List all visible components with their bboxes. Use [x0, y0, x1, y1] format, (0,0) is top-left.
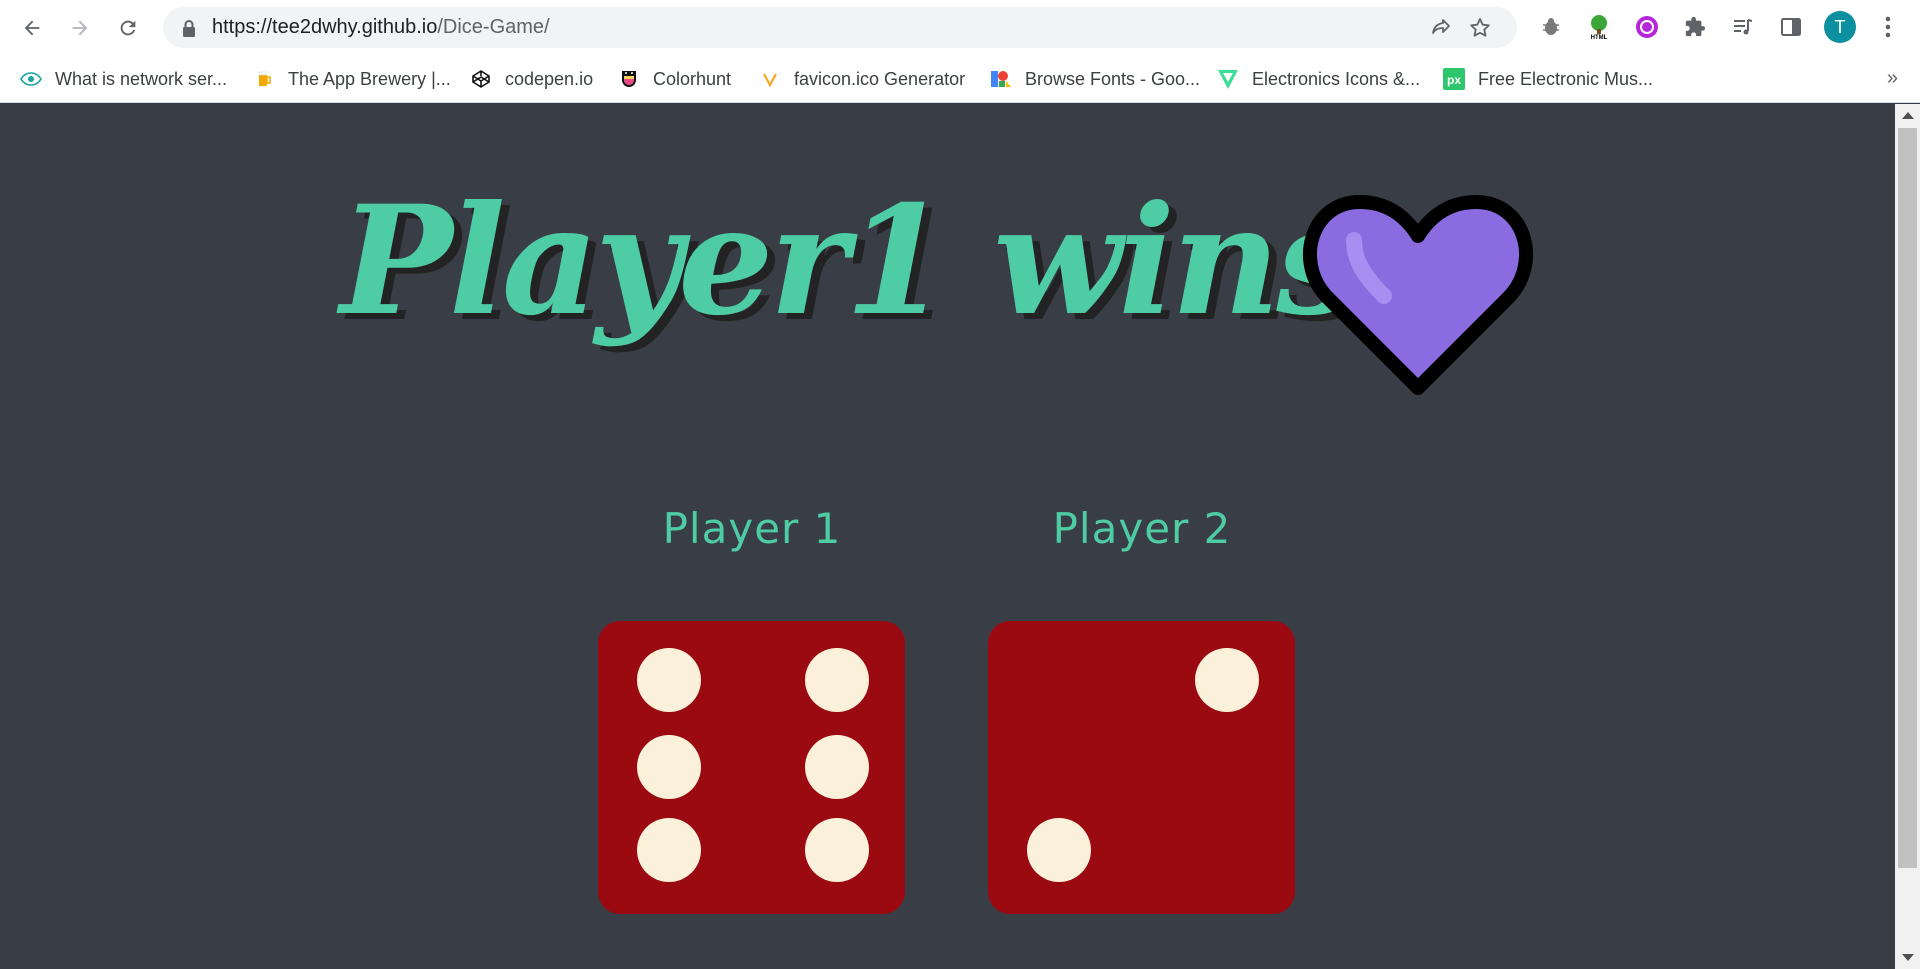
player1-die: [598, 621, 905, 914]
die-pip: [1027, 818, 1091, 882]
codepen-icon: [470, 68, 492, 90]
bookmarks-bar: What is network ser... The App Brewery |…: [0, 55, 1920, 103]
browser-toolbar: https://tee2dwhy.github.io/Dice-Game/ HT…: [0, 0, 1920, 55]
back-button[interactable]: [15, 11, 49, 45]
purple-heart-icon: [1303, 195, 1533, 395]
scroll-down-arrow-icon[interactable]: [1902, 954, 1914, 961]
electronics-icons-icon: [1217, 68, 1239, 90]
player1-label: Player 1: [662, 504, 842, 553]
die-pip: [1195, 648, 1259, 712]
url-path: /Dice-Game/: [437, 16, 550, 38]
die-pip: [637, 818, 701, 882]
profile-avatar[interactable]: T: [1824, 11, 1856, 43]
side-panel-icon[interactable]: [1777, 13, 1805, 41]
die-pip: [637, 735, 701, 799]
extensions-puzzle-icon[interactable]: [1681, 13, 1709, 41]
reload-button[interactable]: [111, 11, 145, 45]
google-fonts-icon: [990, 68, 1012, 90]
pixabay-icon: px: [1443, 68, 1465, 90]
player2-die: [988, 621, 1295, 914]
bug-extension-icon[interactable]: [1537, 13, 1565, 41]
page-viewport: Player1 wins Player 1 Player 2: [0, 104, 1895, 969]
forward-arrow-icon: [72, 20, 88, 36]
lock-icon: [183, 20, 195, 37]
html-tree-extension-icon[interactable]: HTML: [1585, 13, 1613, 41]
bookmark-star-icon[interactable]: [1468, 16, 1492, 40]
bookmark-label: Free Electronic Mus...: [1478, 68, 1654, 89]
bookmark-item[interactable]: px Free Electronic Mus...: [1443, 55, 1653, 103]
player2-label: Player 2: [1052, 504, 1232, 553]
purple-extension-icon[interactable]: [1633, 13, 1661, 41]
bookmark-label: The App Brewery |...: [288, 68, 451, 89]
eye-icon: [20, 68, 42, 90]
die-pip: [805, 648, 869, 712]
bookmark-item[interactable]: The App Brewery |...: [253, 55, 451, 103]
svg-text:HTML: HTML: [1591, 35, 1608, 40]
bookmark-label: codepen.io: [505, 68, 594, 89]
menu-kebab-icon[interactable]: [1874, 13, 1902, 41]
winner-headline: Player1 wins: [340, 173, 1361, 349]
page-scrollbar[interactable]: [1895, 104, 1920, 969]
bookmark-item[interactable]: codepen.io: [470, 55, 593, 103]
bookmark-label: Colorhunt: [653, 68, 732, 89]
bookmark-item[interactable]: Electronics Icons &...: [1217, 55, 1420, 103]
share-icon[interactable]: [1429, 16, 1453, 40]
url-text[interactable]: https://tee2dwhy.github.io/Dice-Game/: [212, 7, 550, 48]
app-brewery-icon: [253, 68, 275, 90]
forward-button[interactable]: [63, 11, 97, 45]
back-arrow-icon: [24, 20, 40, 36]
bookmarks-overflow-chevron-icon[interactable]: »: [1887, 67, 1898, 90]
bookmark-item[interactable]: favicon.ico Generator: [759, 55, 965, 103]
bookmark-label: Electronics Icons &...: [1252, 68, 1421, 89]
address-bar[interactable]: https://tee2dwhy.github.io/Dice-Game/: [163, 7, 1517, 48]
bookmark-label: What is network ser...: [55, 68, 228, 89]
bookmark-item[interactable]: What is network ser...: [20, 55, 227, 103]
die-pip: [637, 648, 701, 712]
reload-icon: [120, 20, 136, 36]
die-pip: [805, 735, 869, 799]
bookmark-item[interactable]: Colorhunt: [618, 55, 731, 103]
scroll-up-arrow-icon[interactable]: [1902, 112, 1914, 119]
bookmark-label: favicon.ico Generator: [794, 68, 966, 89]
url-host: https://tee2dwhy.github.io: [212, 16, 438, 38]
bookmark-label: Browse Fonts - Goo...: [1025, 68, 1201, 89]
scrollbar-thumb[interactable]: [1898, 128, 1917, 868]
bookmark-item[interactable]: Browse Fonts - Goo...: [990, 55, 1200, 103]
favicon-generator-icon: [759, 68, 781, 90]
die-pip: [805, 818, 869, 882]
media-queue-icon[interactable]: [1729, 13, 1757, 41]
colorhunt-icon: [618, 68, 640, 90]
svg-text:px: px: [1447, 73, 1461, 87]
